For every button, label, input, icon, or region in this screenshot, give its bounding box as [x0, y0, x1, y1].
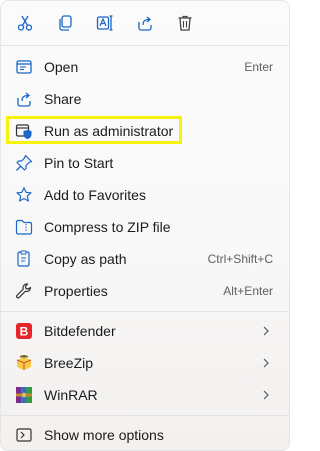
menu-item-winrar[interactable]: WinRAR [1, 379, 289, 411]
menu-item-label: Add to Favorites [44, 187, 146, 203]
copy-button[interactable] [49, 7, 81, 39]
bitdefender-icon: B [15, 322, 33, 340]
menu-item-show-more-options[interactable]: Show more options [1, 419, 289, 451]
menu-item-label: Show more options [44, 427, 164, 443]
menu-item-run-as-administrator[interactable]: Run as administrator [1, 115, 289, 147]
share-button[interactable] [129, 7, 161, 39]
menu-item-label: Copy as path [44, 251, 127, 267]
menu-item-open[interactable]: Open Enter [1, 51, 289, 83]
menu-item-label: Open [44, 59, 79, 75]
shortcut-label: Alt+Enter [223, 284, 273, 298]
context-menu: Open Enter Share Run as administrator Pi… [0, 0, 290, 451]
chevron-right-icon [263, 326, 269, 336]
admin-shield-icon [15, 122, 33, 140]
menu-item-pin-to-start[interactable]: Pin to Start [1, 147, 289, 179]
open-icon [15, 58, 33, 76]
copy-path-icon [15, 250, 33, 268]
rename-icon [96, 15, 113, 31]
menu-item-copy-as-path[interactable]: Copy as path Ctrl+Shift+C [1, 243, 289, 275]
delete-icon [178, 15, 192, 31]
share-icon [138, 16, 152, 31]
cut-icon [17, 15, 33, 31]
winrar-icon [15, 386, 33, 404]
menu-item-bitdefender[interactable]: B Bitdefender [1, 315, 289, 347]
shortcut-label: Ctrl+Shift+C [207, 252, 273, 266]
svg-text:B: B [20, 325, 29, 339]
rename-button[interactable] [89, 7, 121, 39]
context-toolbar [1, 1, 289, 45]
chevron-right-icon [263, 358, 269, 368]
menu-item-label: BreeZip [44, 355, 94, 371]
menu-item-compress-to-zip[interactable]: Compress to ZIP file [1, 211, 289, 243]
shortcut-label: Enter [244, 60, 273, 74]
more-options-icon [15, 426, 33, 444]
menu-item-label: Share [44, 91, 82, 107]
menu-item-properties[interactable]: Properties Alt+Enter [1, 275, 289, 307]
menu-item-label: Compress to ZIP file [44, 219, 171, 235]
breezip-icon [15, 354, 33, 372]
copy-icon [59, 15, 72, 31]
menu-item-label: WinRAR [44, 387, 98, 403]
menu-item-share[interactable]: Share [1, 83, 289, 115]
pin-icon [15, 154, 33, 172]
chevron-right-icon [263, 390, 269, 400]
menu-item-label: Pin to Start [44, 155, 114, 171]
wrench-icon [15, 282, 33, 300]
delete-button[interactable] [169, 7, 201, 39]
menu-item-breezip[interactable]: BreeZip [1, 347, 289, 379]
zip-folder-icon [15, 218, 33, 236]
share-icon [15, 90, 33, 108]
menu-item-label: Properties [44, 283, 108, 299]
menu-item-label: Bitdefender [44, 323, 116, 339]
cut-button[interactable] [9, 7, 41, 39]
star-icon [15, 186, 33, 204]
menu-item-label: Run as administrator [44, 123, 174, 139]
menu-item-add-to-favorites[interactable]: Add to Favorites [1, 179, 289, 211]
